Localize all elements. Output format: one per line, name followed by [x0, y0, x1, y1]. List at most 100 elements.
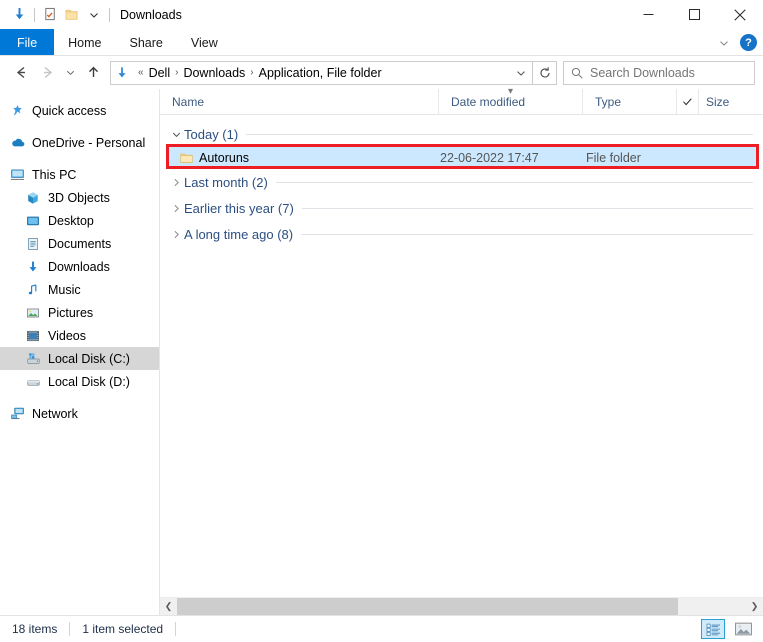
cloud-icon	[10, 135, 32, 150]
ribbon-tab-bar: File Home Share View ?	[0, 29, 763, 56]
toolbar-separator-2	[109, 7, 110, 22]
sidebar-item-label: Videos	[48, 328, 86, 343]
group-header-earlier-this-year[interactable]: Earlier this year (7)	[160, 195, 763, 221]
tab-file[interactable]: File	[0, 29, 55, 56]
column-header-type[interactable]: Type	[582, 88, 676, 115]
sidebar-item-music[interactable]: Music	[0, 278, 159, 301]
new-folder-icon[interactable]	[61, 4, 83, 26]
group-label: A long time ago (8)	[184, 226, 294, 242]
status-bar: 18 items 1 item selected	[0, 615, 763, 641]
column-header-size[interactable]: Size	[698, 88, 763, 115]
sidebar-item-documents[interactable]: Documents	[0, 232, 159, 255]
music-icon	[26, 283, 48, 297]
view-buttons	[701, 616, 755, 642]
column-header-date-modified[interactable]: ▾ Date modified	[438, 85, 582, 115]
file-list[interactable]: Today (1) Autoruns 22-06-2022 17:47 File…	[160, 115, 763, 597]
sidebar-item-label: Documents	[48, 236, 112, 251]
scrollbar-thumb[interactable]	[177, 598, 678, 615]
close-button[interactable]	[717, 0, 763, 29]
sidebar-item-label: OneDrive - Personal	[32, 135, 146, 150]
search-box[interactable]	[563, 60, 755, 85]
scroll-left-button[interactable]: ❮	[160, 598, 177, 615]
group-divider	[301, 233, 753, 235]
group-divider	[275, 181, 753, 183]
chevron-right-icon[interactable]	[168, 229, 184, 240]
download-icon	[111, 66, 133, 80]
file-type-cell: File folder	[586, 151, 641, 165]
maximize-button[interactable]	[671, 0, 717, 29]
sidebar-item-videos[interactable]: Videos	[0, 324, 159, 347]
group-header-last-month[interactable]: Last month (2)	[160, 169, 763, 195]
back-button[interactable]	[8, 60, 34, 86]
large-icons-view-button[interactable]	[731, 619, 755, 639]
horizontal-scrollbar[interactable]: ❮ ❯	[160, 597, 763, 615]
chevron-down-icon[interactable]	[168, 129, 184, 140]
group-label: Last month (2)	[184, 174, 268, 190]
properties-icon[interactable]	[39, 4, 61, 26]
drive-system-icon	[26, 352, 48, 366]
sort-ascending-icon: ▾	[507, 85, 514, 97]
scrollbar-track[interactable]	[177, 598, 746, 615]
tab-view[interactable]: View	[177, 29, 232, 56]
search-input[interactable]	[590, 65, 740, 80]
column-header-label: Size	[706, 94, 730, 109]
pictures-icon	[26, 306, 48, 320]
sidebar-item-this-pc[interactable]: This PC	[0, 163, 159, 186]
chevron-down-icon[interactable]	[83, 4, 105, 26]
sidebar-item-quick-access[interactable]: Quick access	[0, 99, 159, 122]
scroll-right-button[interactable]: ❯	[746, 598, 763, 615]
chevron-right-icon[interactable]	[168, 177, 184, 188]
address-bar: « Dell › Downloads › Application, File f…	[0, 56, 763, 89]
chevron-down-icon[interactable]	[510, 67, 532, 79]
sidebar-item-pictures[interactable]: Pictures	[0, 301, 159, 324]
details-view-button[interactable]	[701, 619, 725, 639]
column-header-label: Type	[595, 94, 622, 109]
group-header-a-long-time-ago[interactable]: A long time ago (8)	[160, 221, 763, 247]
group-divider	[301, 207, 753, 209]
sidebar-item-label: Pictures	[48, 305, 94, 320]
help-icon[interactable]: ?	[740, 34, 757, 51]
sidebar-item-desktop[interactable]: Desktop	[0, 209, 159, 232]
breadcrumb-separator-0[interactable]: ›	[170, 67, 183, 78]
column-check-icon[interactable]	[676, 88, 698, 115]
group-divider	[246, 133, 753, 135]
group-label: Today (1)	[184, 126, 239, 142]
sidebar-item-local-disk-c[interactable]: Local Disk (C:)	[0, 347, 159, 370]
sidebar-item-label: Local Disk (C:)	[48, 351, 130, 366]
group-header-today[interactable]: Today (1)	[160, 121, 763, 147]
tab-home[interactable]: Home	[54, 29, 115, 56]
breadcrumb-overflow[interactable]: «	[133, 67, 149, 78]
chevron-down-icon[interactable]	[718, 37, 730, 49]
sidebar-item-label: Desktop	[48, 213, 94, 228]
sidebar-item-onedrive[interactable]: OneDrive - Personal	[0, 131, 159, 154]
minimize-button[interactable]	[625, 0, 671, 29]
download-icon[interactable]	[8, 4, 30, 26]
recent-locations-button[interactable]	[60, 60, 80, 86]
monitor-icon	[10, 167, 32, 182]
table-row[interactable]: Autoruns 22-06-2022 17:47 File folder	[168, 147, 757, 169]
file-explorer-window: Downloads File Home Share View ? « Dell …	[0, 0, 763, 641]
toolbar-separator	[34, 7, 35, 22]
breadcrumb-item-2[interactable]: Application, File folder	[259, 66, 382, 80]
sidebar-item-3d-objects[interactable]: 3D Objects	[0, 186, 159, 209]
breadcrumb-separator-1[interactable]: ›	[245, 67, 258, 78]
column-headers: Name ▾ Date modified Type Size	[160, 85, 763, 115]
column-header-name[interactable]: Name	[160, 89, 438, 115]
refresh-button[interactable]	[533, 60, 557, 85]
chevron-right-icon[interactable]	[168, 203, 184, 214]
breadcrumb-bar[interactable]: « Dell › Downloads › Application, File f…	[110, 60, 533, 85]
sidebar-item-network[interactable]: Network	[0, 402, 159, 425]
breadcrumb-item-1[interactable]: Downloads	[183, 66, 245, 80]
documents-icon	[26, 237, 48, 251]
breadcrumb-item-0[interactable]: Dell	[149, 66, 171, 80]
sidebar-item-downloads[interactable]: Downloads	[0, 255, 159, 278]
network-icon	[10, 406, 32, 421]
3d-objects-icon	[26, 191, 48, 205]
sidebar-item-local-disk-d[interactable]: Local Disk (D:)	[0, 370, 159, 393]
tab-share[interactable]: Share	[116, 29, 177, 56]
sidebar-item-label: Downloads	[48, 259, 110, 274]
download-icon	[26, 260, 48, 274]
up-button[interactable]	[80, 60, 106, 86]
